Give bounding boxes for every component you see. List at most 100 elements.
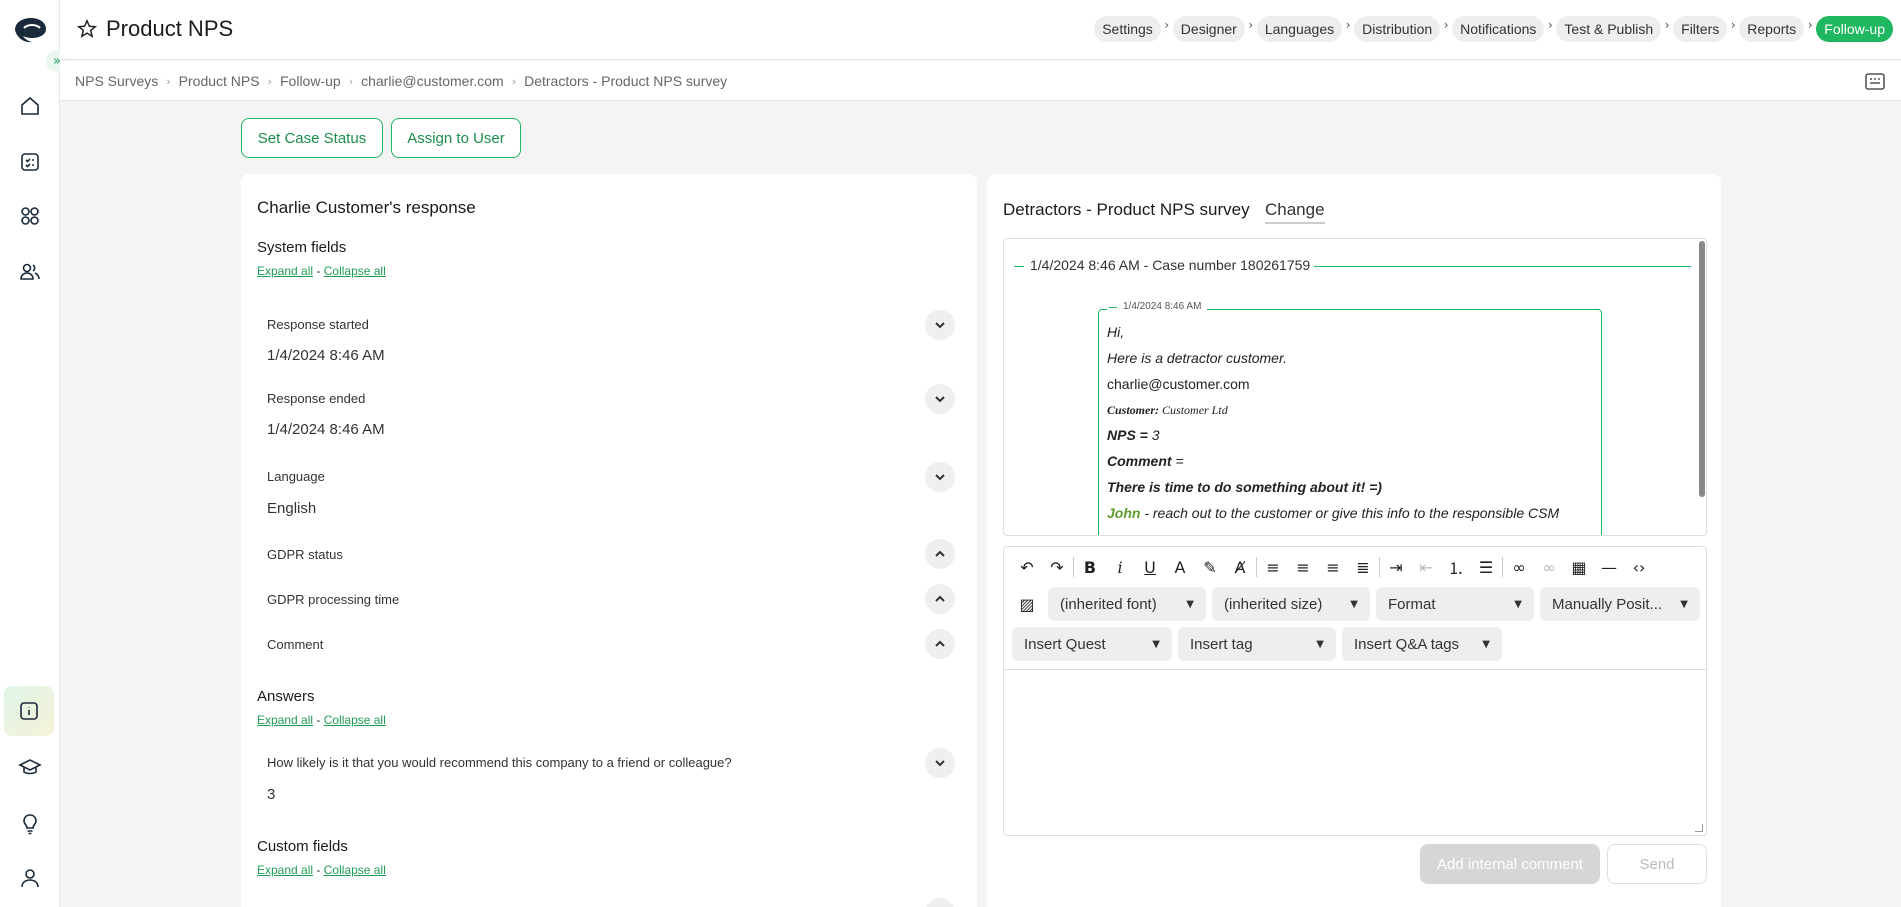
ideas-icon[interactable]	[12, 806, 48, 842]
expand-all-link[interactable]: Expand all	[257, 264, 313, 278]
outdent-icon[interactable]: ⇤	[1411, 555, 1441, 579]
numbered-list-icon[interactable]: ⒈	[1441, 555, 1471, 579]
comment-label: Comment	[1107, 453, 1172, 469]
step-notifications[interactable]: Notifications	[1452, 16, 1545, 42]
chevron-right-icon: ›	[1548, 18, 1553, 32]
step-languages[interactable]: Languages	[1256, 16, 1343, 42]
academy-icon[interactable]	[12, 750, 48, 786]
field-value: 1/4/2024 8:46 AM	[267, 347, 385, 364]
divider	[1314, 266, 1691, 267]
field-label: Language	[267, 469, 325, 484]
align-justify-icon[interactable]: ≣	[1348, 555, 1378, 579]
change-survey-link[interactable]: Change	[1265, 200, 1325, 224]
breadcrumb-item[interactable]: Follow-up	[280, 73, 341, 89]
undo-icon[interactable]: ↶	[1012, 555, 1042, 579]
expand-all-link[interactable]: Expand all	[257, 863, 313, 877]
insert-quest-select[interactable]: Insert Quest ▼	[1012, 627, 1172, 661]
insert-qa-tags-select[interactable]: Insert Q&A tags ▼	[1342, 627, 1502, 661]
expand-all-link[interactable]: Expand all	[257, 713, 313, 727]
chevron-right-icon: ›	[1807, 18, 1813, 32]
collapse-all-link[interactable]: Collapse all	[324, 713, 386, 727]
font-select[interactable]: (inherited font) ▼	[1048, 587, 1206, 621]
bullet-list-icon[interactable]: ☰	[1471, 555, 1501, 579]
breadcrumb-item[interactable]: NPS Surveys	[75, 73, 158, 89]
source-code-icon[interactable]: ‹›	[1624, 555, 1654, 579]
italic-icon[interactable]: i	[1105, 555, 1135, 579]
bold-icon[interactable]: B	[1075, 555, 1105, 579]
chevron-down-icon: ▼	[1482, 638, 1490, 650]
toolbar-divider	[1256, 557, 1257, 577]
step-distribution[interactable]: Distribution	[1354, 16, 1441, 42]
divider	[1014, 266, 1024, 267]
align-right-icon[interactable]: ≡	[1318, 555, 1348, 579]
insert-image-icon[interactable]: ▨	[1012, 592, 1042, 616]
align-center-icon[interactable]: ≡	[1288, 555, 1318, 579]
home-icon[interactable]	[12, 88, 48, 124]
insert-tag-label: Insert tag	[1190, 635, 1253, 653]
step-filters[interactable]: Filters	[1673, 16, 1728, 42]
john-text: - reach out to the customer or give this…	[1144, 505, 1560, 521]
field-label: Comment	[267, 637, 324, 652]
chevron-right-icon: ›	[1164, 18, 1170, 32]
collapse-all-link[interactable]: Collapse all	[324, 863, 386, 877]
format-select[interactable]: Format ▼	[1376, 587, 1534, 621]
brand-logo-icon[interactable]	[12, 16, 48, 44]
chevron-down-icon[interactable]	[925, 898, 955, 907]
comment-text-area[interactable]	[1004, 669, 1706, 835]
step-reports[interactable]: Reports	[1739, 16, 1805, 42]
send-button[interactable]: Send	[1607, 844, 1707, 884]
insert-tag-select[interactable]: Insert tag ▼	[1178, 627, 1336, 661]
unlink-icon[interactable]: ∞	[1534, 555, 1564, 579]
john-name: John	[1107, 505, 1141, 521]
set-case-status-button[interactable]: Set Case Status	[241, 118, 383, 158]
chevron-down-icon[interactable]	[925, 748, 955, 778]
chevron-up-icon[interactable]	[925, 539, 955, 569]
chevron-down-icon[interactable]	[925, 384, 955, 414]
clear-format-icon[interactable]: Ⱥ	[1225, 555, 1255, 579]
custom-fields-title: Custom fields	[257, 838, 348, 855]
favorite-star-icon[interactable]	[76, 18, 98, 40]
breadcrumb-item[interactable]: Product NPS	[179, 73, 260, 89]
chevron-up-icon[interactable]	[925, 584, 955, 614]
text-color-icon[interactable]: A	[1165, 555, 1195, 579]
underline-icon[interactable]: U	[1135, 555, 1165, 579]
resize-handle-icon[interactable]	[1695, 824, 1703, 832]
apps-icon[interactable]	[12, 198, 48, 234]
step-settings[interactable]: Settings	[1094, 16, 1161, 42]
info-icon[interactable]	[4, 686, 54, 736]
chevron-up-icon[interactable]	[925, 629, 955, 659]
size-select[interactable]: (inherited size) ▼	[1212, 587, 1370, 621]
position-select[interactable]: Manually Posit... ▼	[1540, 587, 1700, 621]
answers-toggle-links: Expand all - Collapse all	[257, 713, 386, 727]
chevron-down-icon[interactable]	[925, 310, 955, 340]
table-icon[interactable]: ▦	[1564, 555, 1594, 579]
horizontal-rule-icon[interactable]: —	[1594, 555, 1624, 579]
link-icon[interactable]: ∞	[1504, 555, 1534, 579]
field-value: English	[267, 500, 317, 517]
keyboard-shortcuts-icon[interactable]	[1863, 69, 1887, 93]
align-left-icon[interactable]: ≡	[1258, 555, 1288, 579]
position-select-value: Manually Posit...	[1552, 595, 1663, 613]
chevron-down-icon[interactable]	[925, 462, 955, 492]
assign-to-user-button[interactable]: Assign to User	[391, 118, 521, 158]
field-label: Response started	[267, 317, 369, 332]
toolbar-row-1: ↶ ↷ B i U A ✎ Ⱥ ≡ ≡ ≡ ≣ ⇥ ⇤ ⒈ ☰ ∞ ∞ ▦ — …	[1012, 555, 1654, 579]
collapse-all-link[interactable]: Collapse all	[324, 264, 386, 278]
chevron-right-icon: ›	[267, 75, 272, 88]
step-follow-up[interactable]: Follow-up	[1816, 16, 1893, 42]
highlight-icon[interactable]: ✎	[1195, 555, 1225, 579]
message-line: NPS = 3	[1107, 427, 1160, 443]
step-designer[interactable]: Designer	[1172, 16, 1245, 42]
case-thread[interactable]: 1/4/2024 8:46 AM - Case number 180261759…	[1003, 238, 1707, 536]
field-label: GDPR processing time	[267, 592, 400, 607]
step-test-publish[interactable]: Test & Publish	[1556, 16, 1662, 42]
redo-icon[interactable]: ↷	[1042, 555, 1072, 579]
contacts-icon[interactable]	[12, 254, 48, 290]
thread-scrollbar[interactable]	[1699, 241, 1705, 497]
surveys-icon[interactable]	[12, 144, 48, 180]
message-line: John - reach out to the customer or give…	[1107, 505, 1559, 521]
user-profile-icon[interactable]	[12, 860, 48, 896]
indent-icon[interactable]: ⇥	[1381, 555, 1411, 579]
add-internal-comment-button[interactable]: Add internal comment	[1420, 844, 1600, 884]
breadcrumb-item[interactable]: charlie@customer.com	[361, 73, 504, 89]
